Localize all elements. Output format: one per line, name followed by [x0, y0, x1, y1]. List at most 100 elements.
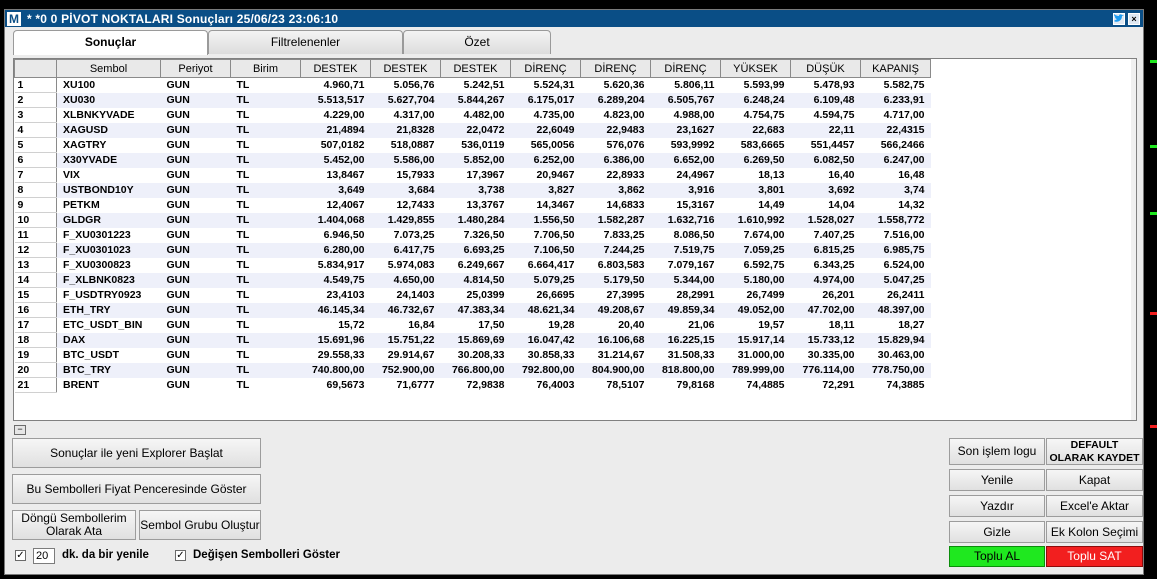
- table-cell: TL: [230, 137, 301, 153]
- table-cell: 47.702,00: [790, 302, 861, 318]
- table-row[interactable]: 11 F_XU0301223 GUN TL 6.946,50 7.073,25 7.326,…: [14, 227, 931, 243]
- table-row[interactable]: 8 USTBOND10Y GUN TL 3,649 3,684 3,738 3,827 3,86…: [14, 182, 931, 198]
- column-header[interactable]: DİRENÇ: [650, 59, 721, 78]
- table-cell: 5.478,93: [790, 77, 861, 93]
- column-header[interactable]: DESTEK: [300, 59, 371, 78]
- save-as-default-button[interactable]: DEFAULT OLARAK KAYDET: [1046, 438, 1143, 465]
- show-in-price-window-button[interactable]: Bu Sembolleri Fiyat Penceresinde Göster: [12, 474, 261, 504]
- tab-filtered[interactable]: Filtrelenenler: [208, 30, 403, 54]
- table-row[interactable]: 14 F_XLBNK0823 GUN TL 4.549,75 4.650,00 4.814,…: [14, 272, 931, 288]
- table-cell: 26,201: [790, 287, 861, 303]
- table-row[interactable]: 12 F_XU0301023 GUN TL 6.280,00 6.417,75 6.693,…: [14, 242, 931, 258]
- column-header[interactable]: DESTEK: [440, 59, 511, 78]
- new-explorer-button[interactable]: Sonuçlar ile yeni Explorer Başlat: [12, 438, 261, 468]
- bulk-sell-button[interactable]: Toplu SAT: [1046, 546, 1143, 567]
- table-row[interactable]: 21 BRENT GUN TL 69,5673 71,6777 72,9838 76,4003…: [14, 377, 931, 393]
- column-header[interactable]: DİRENÇ: [580, 59, 651, 78]
- column-header[interactable]: YÜKSEK: [720, 59, 791, 78]
- table-row[interactable]: 17 ETC_USDT_BIN GUN TL 15,72 16,84 17,50 19,28 2…: [14, 317, 931, 333]
- table-cell: GUN: [160, 332, 231, 348]
- collapse-icon[interactable]: −: [14, 425, 26, 435]
- table-cell: 21,4894: [300, 122, 371, 138]
- export-excel-button[interactable]: Excel'e Aktar: [1046, 495, 1143, 517]
- table-row[interactable]: 19 BTC_USDT GUN TL 29.558,33 29.914,67 30.208,…: [14, 347, 931, 363]
- table-cell: 7.106,50: [510, 242, 581, 258]
- table-cell: 5.806,11: [650, 77, 721, 93]
- table-cell: 6.693,25: [440, 242, 511, 258]
- symbol-cell: VIX: [56, 167, 161, 183]
- column-header[interactable]: DİRENÇ: [510, 59, 581, 78]
- table-row[interactable]: 1 XU100 GUN TL 4.960,71 5.056,76 5.242,51 5.524…: [14, 77, 931, 93]
- create-symbol-group-button[interactable]: Sembol Grubu Oluştur: [139, 510, 261, 540]
- table-row[interactable]: 2 XU030 GUN TL 5.513,517 5.627,704 5.844,267 6.…: [14, 92, 931, 108]
- window-title: * *0 0 PİVOT NOKTALARI Sonuçları 25/06/2…: [27, 11, 339, 26]
- table-row[interactable]: 20 BTC_TRY GUN TL 740.800,00 752.900,00 766.80…: [14, 362, 931, 378]
- table-cell: 23,4103: [300, 287, 371, 303]
- table-cell: 76,4003: [510, 377, 581, 393]
- table-row[interactable]: 16 ETH_TRY GUN TL 46.145,34 46.732,67 47.383,3…: [14, 302, 931, 318]
- table-cell: 22,0472: [440, 122, 511, 138]
- twitter-icon[interactable]: [1113, 12, 1125, 25]
- table-cell: GUN: [160, 227, 231, 243]
- table-row[interactable]: 18 DAX GUN TL 15.691,96 15.751,22 15.869,69 16.…: [14, 332, 931, 348]
- table-cell: 13,8467: [300, 167, 371, 183]
- table-cell: 24,1403: [370, 287, 441, 303]
- table-cell: 12,7433: [370, 197, 441, 213]
- assign-loop-symbols-button[interactable]: Döngü Sembollerim Olarak Ata: [12, 510, 136, 540]
- tab-results[interactable]: Sonuçlar: [13, 30, 208, 55]
- results-grid[interactable]: Sembol Periyot Birim DESTEK DESTEK DESTEK DİRE…: [13, 58, 1137, 421]
- table-row[interactable]: 4 XAGUSD GUN TL 21,4894 21,8328 22,0472 22,6049…: [14, 122, 931, 138]
- auto-refresh-checkbox[interactable]: ✓: [15, 550, 26, 561]
- column-header[interactable]: Periyot: [160, 59, 231, 78]
- table-row[interactable]: 15 F_USDTRY0923 GUN TL 23,4103 24,1403 25,0399…: [14, 287, 931, 303]
- row-number: 21: [14, 377, 57, 393]
- table-row[interactable]: 10 GLDGR GUN TL 1.404,068 1.429,855 1.480,284 1…: [14, 212, 931, 228]
- refresh-label: dk. da bir yenile: [62, 549, 149, 561]
- title-bar[interactable]: M * *0 0 PİVOT NOKTALARI Sonuçları 25/06…: [5, 10, 1143, 27]
- table-cell: GUN: [160, 317, 231, 333]
- vertical-scrollbar[interactable]: [1131, 59, 1136, 420]
- last-transaction-log-button[interactable]: Son işlem logu: [949, 438, 1045, 465]
- table-cell: 4.823,00: [580, 107, 651, 123]
- table-row[interactable]: 9 PETKM GUN TL 12,4067 12,7433 13,3767 14,3467 1…: [14, 197, 931, 213]
- table-cell: 29.914,67: [370, 347, 441, 363]
- table-row[interactable]: 6 X30YVADE GUN TL 5.452,00 5.586,00 5.852,00 6.…: [14, 152, 931, 168]
- table-cell: TL: [230, 107, 301, 123]
- show-changed-checkbox[interactable]: ✓: [175, 550, 186, 561]
- refresh-minutes-input[interactable]: 20: [33, 548, 55, 564]
- bulk-buy-button[interactable]: Toplu AL: [949, 546, 1045, 567]
- close-icon[interactable]: ×: [1128, 12, 1140, 25]
- table-cell: 74,3885: [860, 377, 931, 393]
- tab-summary[interactable]: Özet: [403, 30, 551, 54]
- row-number: 7: [14, 167, 57, 183]
- table-cell: 78,5107: [580, 377, 651, 393]
- table-cell: 6.524,00: [860, 257, 931, 273]
- table-cell: 5.974,083: [370, 257, 441, 273]
- table-row[interactable]: 13 F_XU0300823 GUN TL 5.834,917 5.974,083 6.24…: [14, 257, 931, 273]
- table-cell: 15.829,94: [860, 332, 931, 348]
- refresh-button[interactable]: Yenile: [949, 469, 1045, 491]
- table-cell: GUN: [160, 137, 231, 153]
- table-cell: 4.974,00: [790, 272, 861, 288]
- row-number: 19: [14, 347, 57, 363]
- extra-column-select-button[interactable]: Ek Kolon Seçimi: [1046, 521, 1143, 543]
- table-cell: 15.751,22: [370, 332, 441, 348]
- print-button[interactable]: Yazdır: [949, 495, 1045, 517]
- table-cell: 7.326,50: [440, 227, 511, 243]
- column-header[interactable]: DÜŞÜK: [790, 59, 861, 78]
- row-number-header[interactable]: [14, 59, 57, 78]
- column-header[interactable]: KAPANIŞ: [860, 59, 931, 78]
- column-header[interactable]: Sembol: [56, 59, 161, 78]
- hide-button[interactable]: Gizle: [949, 521, 1045, 543]
- close-button[interactable]: Kapat: [1046, 469, 1143, 491]
- table-cell: 5.627,704: [370, 92, 441, 108]
- table-row[interactable]: 3 XLBNKYVADE GUN TL 4.229,00 4.317,00 4.482,00…: [14, 107, 931, 123]
- table-cell: 24,4967: [650, 167, 721, 183]
- table-cell: TL: [230, 332, 301, 348]
- table-row[interactable]: 7 VIX GUN TL 13,8467 15,7933 17,3967 20,9467 22,…: [14, 167, 931, 183]
- table-cell: 30.335,00: [790, 347, 861, 363]
- column-header[interactable]: DESTEK: [370, 59, 441, 78]
- table-row[interactable]: 5 XAGTRY GUN TL 507,0182 518,0887 536,0119 565,…: [14, 137, 931, 153]
- table-cell: TL: [230, 347, 301, 363]
- column-header[interactable]: Birim: [230, 59, 301, 78]
